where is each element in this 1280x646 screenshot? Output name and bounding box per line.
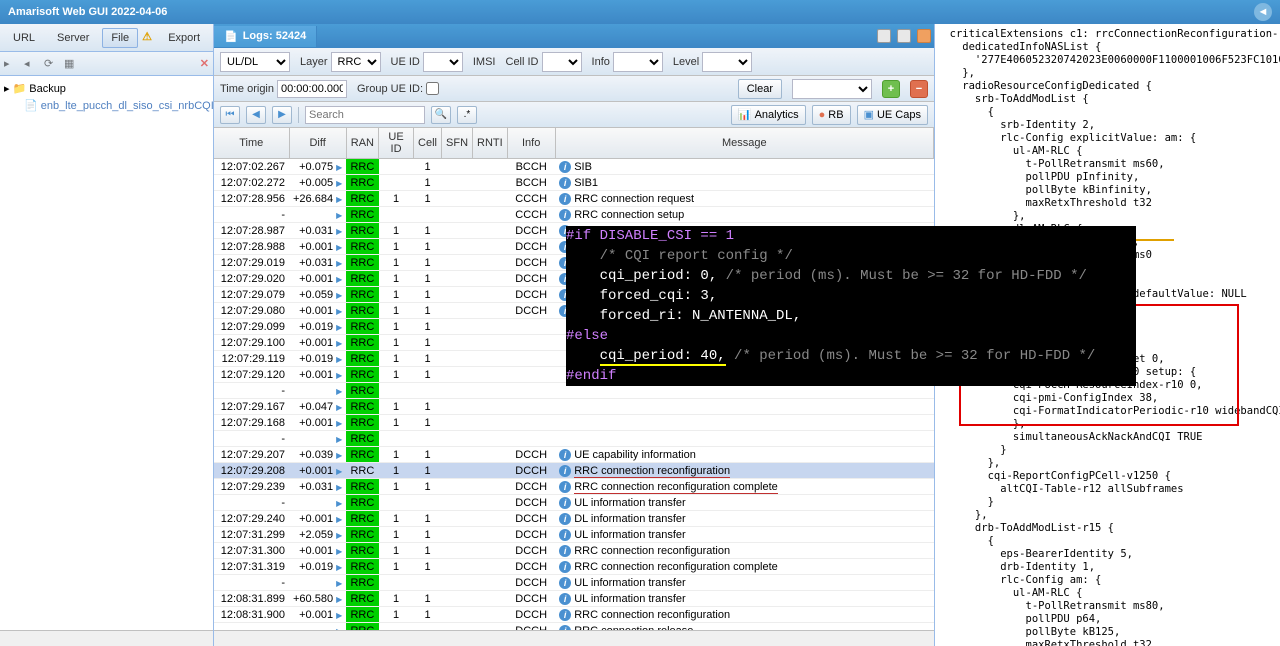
add-icon[interactable]: + [882, 80, 900, 98]
file-icon: 📄 [24, 99, 38, 112]
reload-icon[interactable]: ⟳ [44, 57, 58, 71]
nav-next-icon[interactable]: ▶ [272, 106, 292, 124]
table-row[interactable]: 12:07:29.167+0.047 ▶RRC11 [214, 399, 934, 415]
table-row[interactable]: 12:07:02.272+0.005 ▶RRC1BCCHiSIB1 [214, 175, 934, 191]
table-row[interactable]: 12:07:29.207+0.039 ▶RRC11DCCHiUE capabil… [214, 447, 934, 463]
level-label: Level [673, 56, 699, 68]
url-button[interactable]: URL [4, 28, 44, 48]
tree-toolbar: ▸ ◂ ⟳ ▦ ✕ [0, 52, 213, 76]
logs-tab-bar: 📄 Logs: 52424 [214, 24, 934, 48]
filter-bar: UL/DL LayerRRC UE ID IMSI Cell ID Info L… [214, 48, 934, 76]
table-row[interactable]: -▶RRCDCCHiUL information transfer [214, 495, 934, 511]
search-bar: ⏮ ◀ ▶ 🔍 .* 📊Analytics ●RB ▣UE Caps [214, 102, 934, 128]
col-rnti[interactable]: RNTI [473, 128, 508, 159]
arrow-icon: ▸ [4, 82, 10, 95]
col-diff[interactable]: Diff [289, 128, 346, 159]
file-button[interactable]: File [102, 28, 138, 48]
center-hscroll[interactable] [214, 630, 934, 646]
left-hscroll[interactable] [0, 630, 213, 646]
table-row[interactable]: 12:07:29.168+0.001 ▶RRC11 [214, 415, 934, 431]
minimize-icon[interactable] [877, 29, 891, 43]
app-header: Amarisoft Web GUI 2022-04-06 ◄ [0, 0, 1280, 24]
expand-icon[interactable]: ▸ [4, 57, 18, 71]
close-icon[interactable]: ✕ [200, 57, 209, 70]
search-go-icon[interactable]: 🔍 [431, 106, 451, 124]
layer-select[interactable]: RRC [331, 52, 381, 72]
folder-icon: 📁 [13, 82, 27, 95]
uecaps-button[interactable]: ▣UE Caps [857, 105, 928, 125]
table-row[interactable]: 12:07:31.299+2.059 ▶RRC11DCCHiUL informa… [214, 527, 934, 543]
cellid-select[interactable] [542, 52, 582, 72]
col-ran[interactable]: RAN [346, 128, 378, 159]
tree-folder-backup[interactable]: ▸ 📁 Backup [4, 80, 209, 97]
col-ueid[interactable]: UE ID [379, 128, 414, 159]
export-button[interactable]: Export [159, 28, 209, 48]
table-row[interactable]: 12:07:02.267+0.075 ▶RRC1BCCHiSIB [214, 159, 934, 175]
imsi-label: IMSI [473, 56, 496, 68]
uldl-select[interactable]: UL/DL [220, 52, 290, 72]
table-row[interactable]: 12:08:31.899+60.580 ▶RRC11DCCHiUL inform… [214, 591, 934, 607]
logs-tab-label: Logs: 52424 [243, 30, 307, 42]
level-select[interactable] [702, 52, 752, 72]
analytics-button[interactable]: 📊Analytics [731, 105, 806, 125]
filter-bar-2: Time origin Group UE ID: Clear + − [214, 76, 934, 102]
preset-select[interactable] [792, 79, 872, 99]
table-row[interactable]: 12:07:31.300+0.001 ▶RRC11DCCHiRRC connec… [214, 543, 934, 559]
col-info[interactable]: Info [507, 128, 555, 159]
overlay-arrow [1136, 239, 1174, 241]
remove-icon[interactable]: − [910, 80, 928, 98]
col-time[interactable]: Time [214, 128, 289, 159]
grid-icon[interactable]: ▦ [64, 57, 78, 71]
search-input[interactable] [305, 106, 425, 124]
left-panel: URL Server File ⚠ Export ▸ ◂ ⟳ ▦ ✕ ▸ 📁 B… [0, 24, 214, 646]
code-overlay: #if DISABLE_CSI == 1 /* CQI report confi… [566, 226, 1136, 386]
server-button[interactable]: Server [48, 28, 98, 48]
col-cell[interactable]: Cell [414, 128, 442, 159]
ueid-label: UE ID [391, 56, 420, 68]
clear-button[interactable]: Clear [738, 79, 782, 99]
table-row[interactable]: 12:08:31.900+0.001 ▶RRC11DCCHiRRC connec… [214, 607, 934, 623]
collapse-icon[interactable]: ◂ [24, 57, 38, 71]
groupueid-checkbox[interactable] [426, 82, 439, 95]
maximize-icon[interactable] [897, 29, 911, 43]
timeorigin-input[interactable] [277, 80, 347, 98]
ueid-select[interactable] [423, 52, 463, 72]
table-row[interactable]: 12:07:28.956+26.684 ▶RRC11CCCHiRRC conne… [214, 191, 934, 207]
table-row[interactable]: -▶RRCDCCHiRRC connection release [214, 623, 934, 631]
file-tree: ▸ 📁 Backup 📄 enb_lte_pucch_dl_siso_csi_n… [0, 76, 213, 630]
table-row[interactable]: 12:07:29.208+0.001 ▶RRC11DCCHiRRC connec… [214, 463, 934, 479]
center-panel: 📄 Logs: 52424 UL/DL LayerRRC UE ID IMSI … [214, 24, 935, 646]
table-row[interactable]: -▶RRC [214, 431, 934, 447]
doc-icon: 📄 [224, 30, 238, 43]
col-msg[interactable]: Message [555, 128, 933, 159]
file-label: enb_lte_pucch_dl_siso_csi_nrbCQI.log.zi.… [41, 100, 213, 112]
timeorigin-label: Time origin [220, 83, 274, 95]
search-regex-icon[interactable]: .* [457, 106, 477, 124]
tree-file-log[interactable]: 📄 enb_lte_pucch_dl_siso_csi_nrbCQI.log.z… [24, 97, 209, 114]
app-title: Amarisoft Web GUI 2022-04-06 [8, 6, 1254, 18]
nav-prev-icon[interactable]: ◀ [246, 106, 266, 124]
info-label: Info [592, 56, 610, 68]
table-row[interactable]: 12:07:29.240+0.001 ▶RRC11DCCHiDL informa… [214, 511, 934, 527]
logs-tab[interactable]: 📄 Logs: 52424 [214, 26, 317, 47]
rb-button[interactable]: ●RB [812, 105, 851, 125]
nav-first-icon[interactable]: ⏮ [220, 106, 240, 124]
layer-label: Layer [300, 56, 328, 68]
table-row[interactable]: -▶RRCDCCHiUL information transfer [214, 575, 934, 591]
info-select[interactable] [613, 52, 663, 72]
collapse-left-icon[interactable]: ◄ [1254, 3, 1272, 21]
groupueid-label: Group UE ID: [357, 83, 423, 95]
close-window-icon[interactable] [917, 29, 931, 43]
warning-icon[interactable]: ⚠ [142, 30, 155, 46]
left-toolbar: URL Server File ⚠ Export [0, 24, 213, 52]
col-sfn[interactable]: SFN [442, 128, 473, 159]
table-row[interactable]: 12:07:29.239+0.031 ▶RRC11DCCHiRRC connec… [214, 479, 934, 495]
folder-label: Backup [29, 83, 66, 95]
table-row[interactable]: 12:07:31.319+0.019 ▶RRC11DCCHiRRC connec… [214, 559, 934, 575]
cellid-label: Cell ID [506, 56, 539, 68]
table-row[interactable]: -▶RRCCCCHiRRC connection setup [214, 207, 934, 223]
